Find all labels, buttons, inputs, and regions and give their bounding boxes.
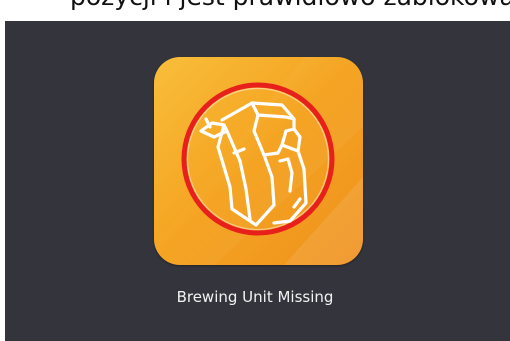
instruction-caption: pozycji i jest prawidłowo zablokowany. xyxy=(70,0,510,12)
brewing-unit-missing-icon xyxy=(154,57,363,265)
machine-display-photo: pozycji i jest prawidłowo zablokowany. xyxy=(0,0,510,341)
brewing-unit-alert-tile xyxy=(154,57,363,265)
alert-label: Brewing Unit Missing xyxy=(176,288,334,306)
